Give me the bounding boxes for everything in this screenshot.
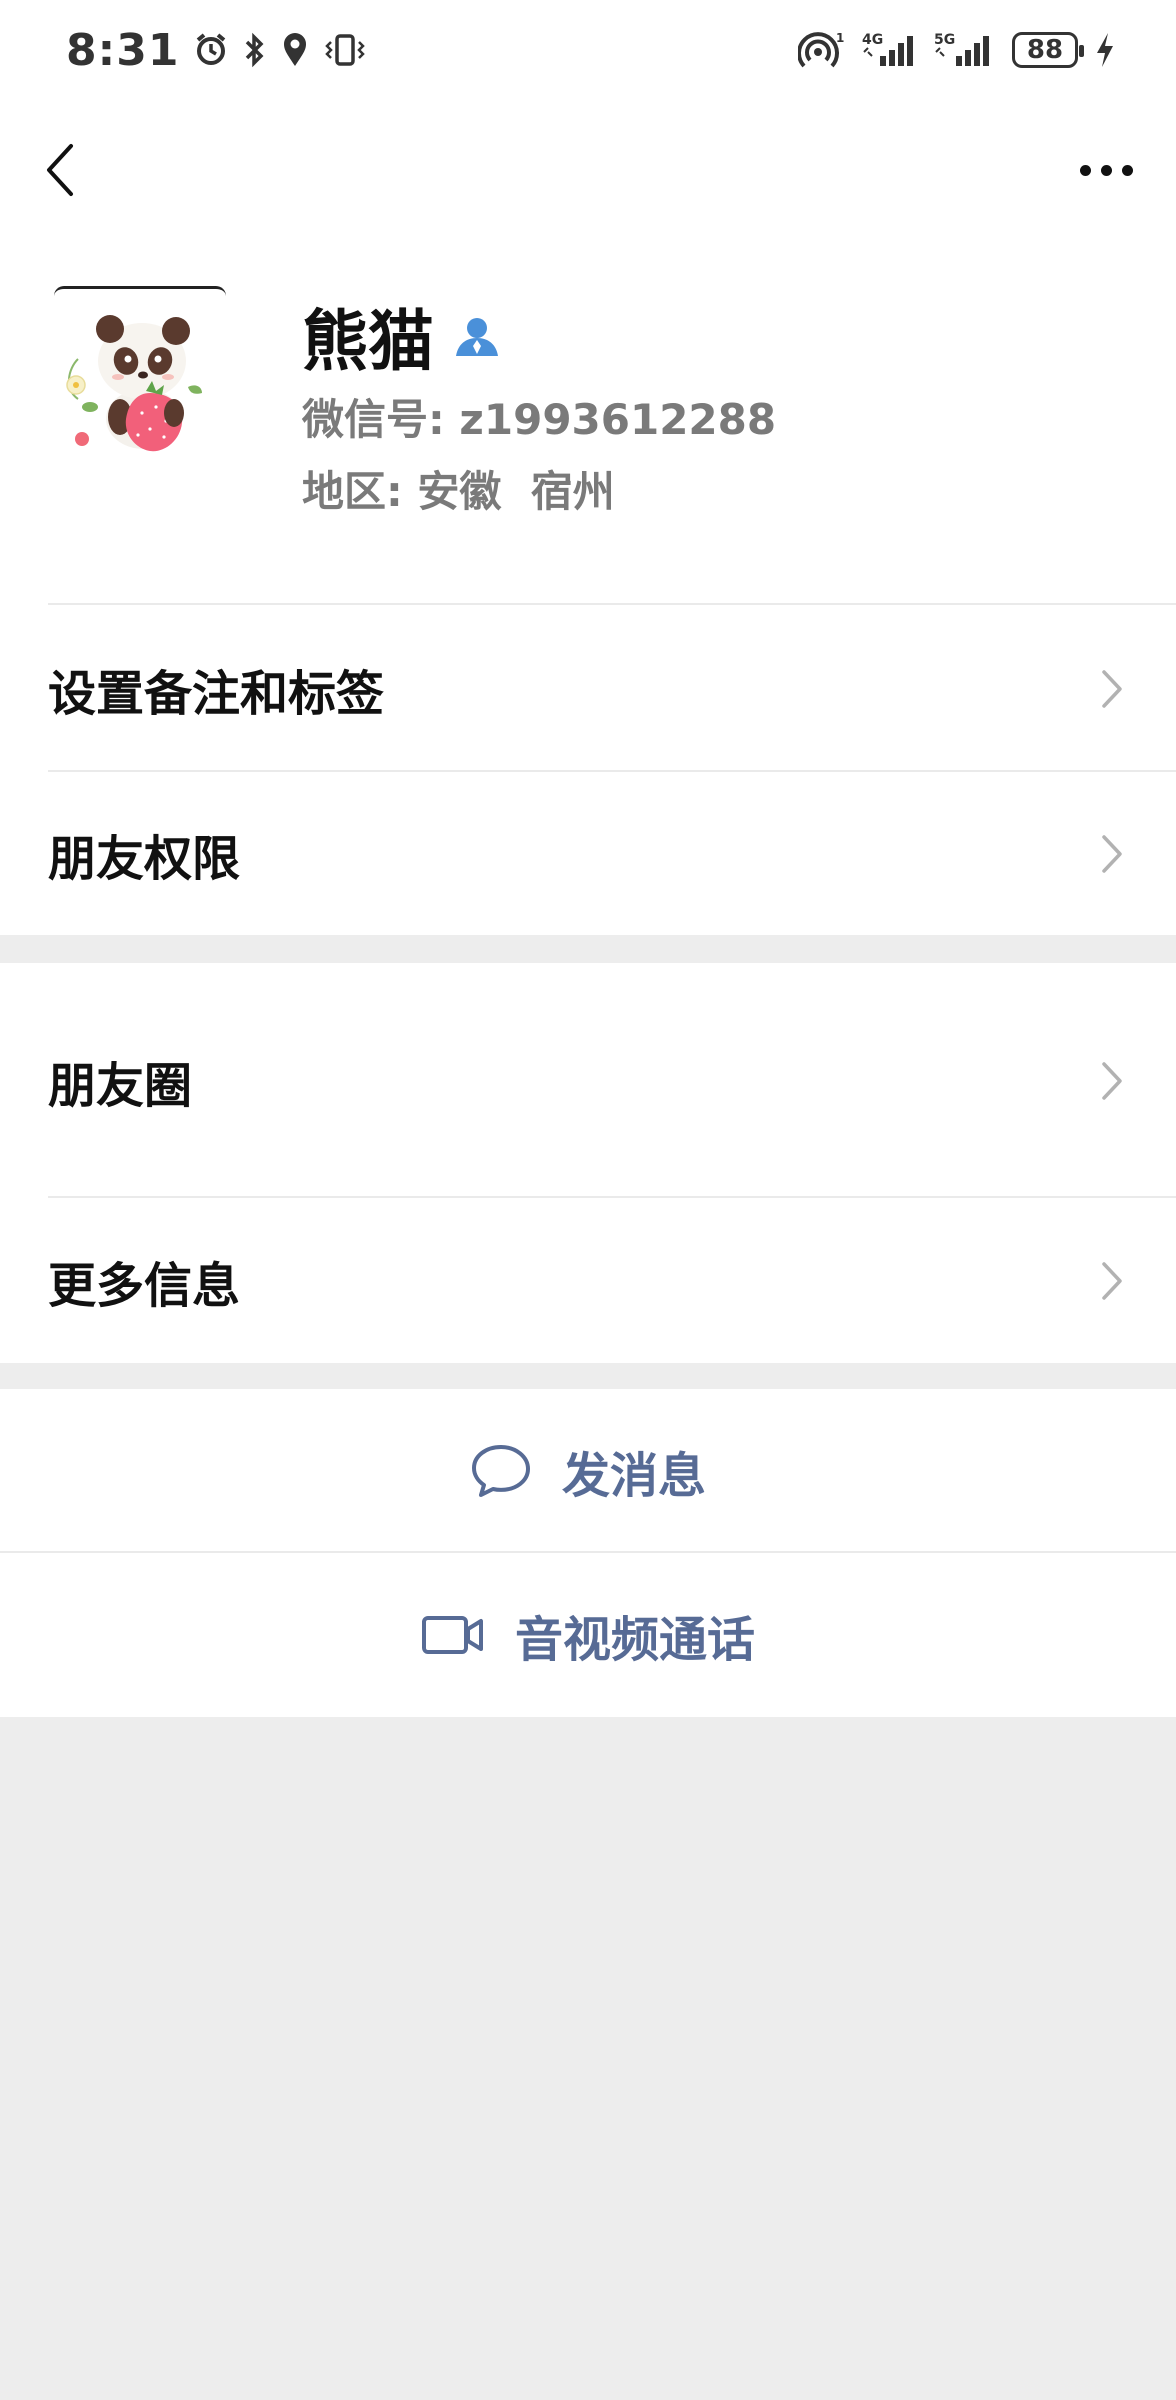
vibrate-icon xyxy=(323,32,367,68)
location-icon xyxy=(281,32,309,68)
cell-remark-tags[interactable]: 设置备注和标签 xyxy=(0,605,1176,772)
avatar[interactable] xyxy=(54,286,226,458)
av-call-button[interactable]: 音视频通话 xyxy=(0,1553,1176,1717)
status-bar-left: 8:31 xyxy=(66,25,367,76)
send-message-button[interactable]: 发消息 xyxy=(0,1389,1176,1553)
more-dots-icon xyxy=(1079,164,1091,176)
wechat-id-value: z1993612288 xyxy=(459,395,777,444)
back-button[interactable] xyxy=(32,136,88,204)
video-camera-icon xyxy=(421,1616,483,1654)
cell-more-info-label: 更多信息 xyxy=(48,1257,241,1314)
send-message-label: 发消息 xyxy=(561,1448,706,1504)
contact-profile-screen: 8:31 1 4G 5G 88 熊猫 微信号: z1993612288 地区: … xyxy=(0,0,1176,2400)
alarm-icon xyxy=(193,32,229,68)
wechat-id-label: 微信号: xyxy=(302,395,445,444)
chevron-right-icon xyxy=(1098,667,1126,711)
cell-moments-label: 朋友圈 xyxy=(48,1057,193,1114)
wechat-id-row: 微信号: z1993612288 xyxy=(302,386,776,447)
cell-more-info[interactable]: 更多信息 xyxy=(0,1198,1176,1363)
region-row: 地区: 安徽 宿州 xyxy=(302,458,615,519)
charging-icon xyxy=(1094,31,1116,69)
bluetooth-icon xyxy=(243,32,267,68)
chevron-right-icon xyxy=(1098,1059,1126,1103)
svg-text:5G: 5G xyxy=(934,32,955,48)
cell-remark-tags-label: 设置备注和标签 xyxy=(48,665,385,722)
name-row: 熊猫 xyxy=(302,288,500,384)
nav-bar xyxy=(0,100,1176,240)
hotspot-icon: 1 xyxy=(798,30,846,70)
av-call-label: 音视频通话 xyxy=(514,1612,755,1668)
cell-friend-permission-label: 朋友权限 xyxy=(48,830,241,887)
region-province: 安徽 xyxy=(417,467,502,516)
back-chevron-icon xyxy=(47,144,73,196)
signal-4g-icon: 4G xyxy=(862,30,918,70)
cell-moments[interactable]: 朋友圈 xyxy=(0,963,1176,1198)
chevron-right-icon xyxy=(1098,832,1126,876)
battery-indicator: 88 xyxy=(1012,32,1084,68)
svg-text:4G: 4G xyxy=(862,32,883,48)
status-time: 8:31 xyxy=(66,24,180,76)
contact-person-icon xyxy=(456,318,498,356)
profile-header: 熊猫 微信号: z1993612288 地区: 安徽 宿州 xyxy=(0,240,1176,605)
status-bar: 8:31 1 4G 5G 88 xyxy=(0,0,1176,100)
more-button[interactable] xyxy=(1066,136,1146,204)
region-label: 地区: xyxy=(302,467,403,516)
svg-text:1: 1 xyxy=(836,31,844,45)
status-bar-right: 1 4G 5G 88 xyxy=(798,30,1116,70)
chevron-right-icon xyxy=(1098,1259,1126,1303)
panda-avatar-icon xyxy=(66,315,202,452)
signal-5g-icon: 5G xyxy=(934,30,996,70)
chat-bubble-icon xyxy=(471,1445,530,1497)
contact-name: 熊猫 xyxy=(302,303,434,380)
cell-friend-permission[interactable]: 朋友权限 xyxy=(0,772,1176,935)
region-city: 宿州 xyxy=(530,467,615,516)
